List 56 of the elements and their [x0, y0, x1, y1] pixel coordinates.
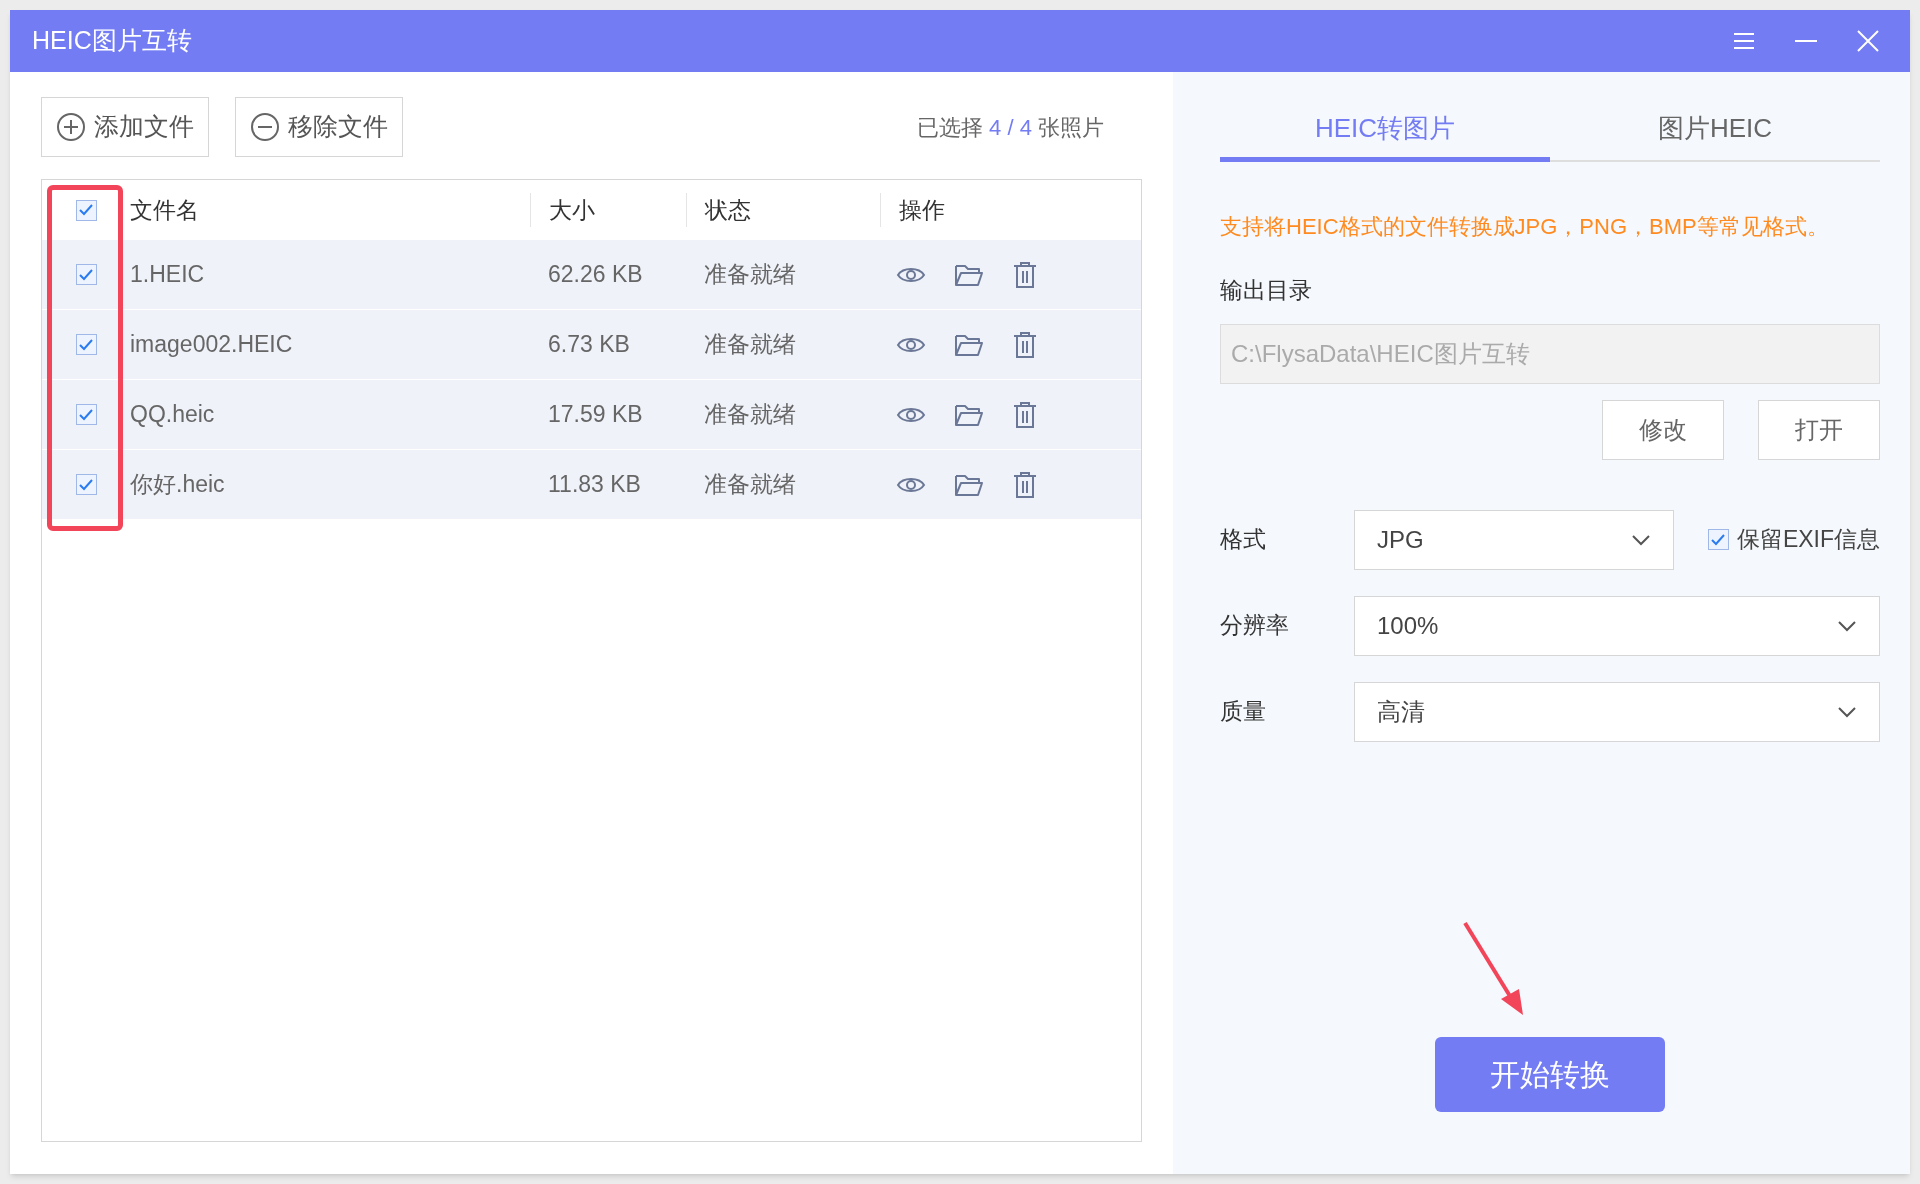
- checkbox[interactable]: [75, 199, 97, 221]
- close-icon[interactable]: [1856, 29, 1880, 53]
- file-row[interactable]: 你好.heic 11.83 KB 准备就绪: [42, 450, 1141, 520]
- chevron-down-icon: [1631, 533, 1651, 546]
- column-header: 大小: [549, 196, 595, 223]
- checkbox[interactable]: [75, 474, 97, 495]
- selection-count: 已选择 4 / 4 张照片: [916, 113, 1104, 142]
- chevron-down-icon: [1837, 705, 1857, 718]
- minus-circle-icon: [250, 112, 280, 142]
- file-name: 你好.heic: [130, 471, 225, 498]
- file-status: 准备就绪: [704, 471, 796, 498]
- checkbox[interactable]: [75, 404, 97, 425]
- dropdown[interactable]: 高清: [1354, 681, 1880, 742]
- setting-label: 质量: [1220, 697, 1267, 727]
- setting-label: 格式: [1220, 525, 1267, 555]
- add-file-button[interactable]: 添加文件: [41, 97, 209, 157]
- chevron-down-icon: [1837, 619, 1857, 632]
- checkbox[interactable]: [1707, 529, 1729, 550]
- file-row[interactable]: 1.HEIC 62.26 KB 准备就绪: [42, 240, 1141, 310]
- notice-text: 支持将HEIC格式的文件转换成JPG，PNG，BMP等常见格式。: [1220, 213, 1830, 241]
- file-name: 1.HEIC: [130, 261, 205, 288]
- file-size: 62.26 KB: [548, 261, 643, 288]
- column-header: 状态: [705, 196, 751, 223]
- start-convert-button[interactable]: 开始转换: [1435, 1037, 1665, 1112]
- file-status: 准备就绪: [704, 261, 796, 288]
- trash-icon[interactable]: [1012, 400, 1038, 429]
- tab[interactable]: 图片HEIC: [1550, 100, 1880, 162]
- column-header: 文件名: [130, 195, 199, 225]
- file-size: 6.73 KB: [548, 331, 630, 358]
- file-size: 11.83 KB: [548, 471, 641, 498]
- plus-circle-icon: [56, 112, 86, 142]
- trash-icon[interactable]: [1012, 470, 1038, 499]
- file-status: 准备就绪: [704, 331, 796, 358]
- dropdown[interactable]: JPG: [1354, 509, 1674, 570]
- trash-icon[interactable]: [1012, 330, 1038, 359]
- column-header: 操作: [899, 196, 945, 223]
- file-row[interactable]: image002.HEIC 6.73 KB 准备就绪: [42, 310, 1141, 380]
- file-row[interactable]: QQ.heic 17.59 KB 准备就绪: [42, 380, 1141, 450]
- directory-button[interactable]: 修改: [1602, 399, 1724, 460]
- file-size: 17.59 KB: [548, 401, 643, 428]
- trash-icon[interactable]: [1012, 260, 1038, 289]
- setting-label: 分辨率: [1220, 611, 1290, 641]
- tab[interactable]: HEIC转图片: [1220, 100, 1550, 162]
- checkbox[interactable]: [75, 334, 97, 355]
- menu-icon[interactable]: [1732, 31, 1756, 51]
- window-title: HEIC图片互转: [32, 25, 193, 57]
- checkbox[interactable]: [75, 264, 97, 285]
- dropdown[interactable]: 100%: [1354, 595, 1880, 656]
- file-name: QQ.heic: [130, 401, 215, 428]
- minimize-icon[interactable]: [1794, 39, 1818, 43]
- output-directory-label: 输出目录: [1220, 276, 1313, 305]
- checkbox-label: 保留EXIF信息: [1736, 525, 1880, 555]
- directory-button[interactable]: 打开: [1758, 399, 1880, 460]
- file-name: image002.HEIC: [130, 331, 293, 358]
- remove-file-button[interactable]: 移除文件: [235, 97, 403, 157]
- file-status: 准备就绪: [704, 401, 796, 428]
